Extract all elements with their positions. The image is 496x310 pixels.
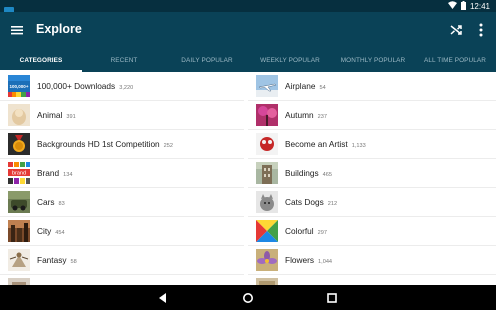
category-item-partial[interactable] bbox=[0, 275, 244, 285]
category-thumb-car bbox=[8, 191, 30, 213]
category-count: 83 bbox=[58, 201, 65, 207]
category-name: Fantasy bbox=[37, 255, 67, 265]
category-name: Cars bbox=[37, 197, 55, 207]
category-thumb-buildings bbox=[256, 162, 278, 184]
category-count: 54 bbox=[319, 85, 326, 91]
more-options-icon[interactable] bbox=[476, 22, 486, 38]
category-item-cats-dogs[interactable]: Cats Dogs 212 bbox=[248, 188, 496, 217]
category-thumb-brand: brand bbox=[8, 162, 30, 184]
home-icon[interactable] bbox=[241, 291, 255, 305]
category-item-autumn[interactable]: Autumn 237 bbox=[248, 101, 496, 130]
category-count: 391 bbox=[66, 114, 76, 120]
category-item-buildings[interactable]: Buildings 465 bbox=[248, 159, 496, 188]
menu-icon[interactable] bbox=[10, 23, 24, 37]
navigation-bar bbox=[0, 285, 496, 310]
category-name: Become an Artist bbox=[285, 139, 348, 149]
category-thumb-colorful bbox=[256, 220, 278, 242]
svg-text:brand: brand bbox=[12, 171, 26, 177]
category-count: 454 bbox=[55, 230, 65, 236]
category-thumb-fantasy bbox=[8, 249, 30, 271]
category-count: 134 bbox=[63, 172, 73, 178]
category-name: Buildings bbox=[285, 168, 319, 178]
category-thumb-downloads: 100,000+ bbox=[8, 75, 30, 97]
page-title: Explore bbox=[36, 22, 82, 36]
category-grid: 100,000+ 100,000+ Downloads 3,220 Animal 3… bbox=[0, 72, 496, 285]
notification-app-icon bbox=[4, 2, 14, 15]
category-count: 1,044 bbox=[318, 259, 333, 265]
category-thumb-animal bbox=[8, 104, 30, 126]
back-icon[interactable] bbox=[156, 291, 170, 305]
category-item-airplane[interactable]: Airplane 54 bbox=[248, 72, 496, 101]
category-count: 297 bbox=[317, 230, 327, 236]
category-thumb-autumn bbox=[256, 104, 278, 126]
category-count: 252 bbox=[163, 143, 174, 149]
category-name: Animal bbox=[37, 110, 63, 120]
category-thumb-airplane bbox=[256, 75, 278, 97]
category-item-colorful[interactable]: Colorful 297 bbox=[248, 217, 496, 246]
category-name: Autumn bbox=[285, 110, 314, 120]
wifi-icon bbox=[447, 1, 457, 11]
category-item-backgrounds-hd[interactable]: Backgrounds HD 1st Competition 252 bbox=[0, 130, 244, 159]
category-item-partial[interactable] bbox=[248, 275, 496, 285]
category-thumb-partial bbox=[256, 278, 278, 285]
status-bar: 12:41 bbox=[0, 0, 496, 15]
category-item-animal[interactable]: Animal 391 bbox=[0, 101, 244, 130]
category-item-flowers[interactable]: Flowers 1,044 bbox=[248, 246, 496, 275]
tab-monthly-popular[interactable]: MONTHLY POPULAR bbox=[332, 48, 414, 72]
battery-icon bbox=[460, 0, 466, 12]
category-name: City bbox=[37, 226, 52, 236]
tab-all-time-popular[interactable]: ALL TIME POPULAR bbox=[414, 48, 496, 72]
tab-bar: CATEGORIES RECENT DAILY POPULAR WEEKLY P… bbox=[0, 48, 496, 72]
category-item-city[interactable]: City 454 bbox=[0, 217, 244, 246]
category-count: 212 bbox=[327, 201, 338, 207]
category-name: Flowers bbox=[285, 255, 315, 265]
app-bar: Explore bbox=[0, 12, 496, 48]
category-thumb-cats-dogs bbox=[256, 191, 278, 213]
category-item-brand[interactable]: brand Brand 134 bbox=[0, 159, 244, 188]
category-item-fantasy[interactable]: Fantasy 58 bbox=[0, 246, 244, 275]
category-name: Colorful bbox=[285, 226, 314, 236]
category-count: 3,220 bbox=[119, 85, 134, 91]
category-item-100000-downloads[interactable]: 100,000+ 100,000+ Downloads 3,220 bbox=[0, 72, 244, 101]
category-thumb-flowers bbox=[256, 249, 278, 271]
status-time: 12:41 bbox=[469, 1, 490, 11]
category-item-cars[interactable]: Cars 83 bbox=[0, 188, 244, 217]
category-count: 237 bbox=[317, 114, 327, 120]
category-thumb-artist bbox=[256, 133, 278, 155]
category-thumb-medal bbox=[8, 133, 30, 155]
category-name: Cats Dogs bbox=[285, 197, 324, 207]
category-column-left: 100,000+ 100,000+ Downloads 3,220 Animal 3… bbox=[0, 72, 248, 285]
category-name: 100,000+ Downloads bbox=[37, 81, 116, 91]
category-count: 58 bbox=[70, 259, 77, 265]
category-name: Airplane bbox=[285, 81, 316, 91]
recents-icon[interactable] bbox=[325, 291, 339, 305]
tab-recent[interactable]: RECENT bbox=[82, 48, 166, 72]
category-column-right: Airplane 54 Autumn 237 Become an Artist … bbox=[248, 72, 496, 285]
category-count: 1,133 bbox=[351, 143, 366, 149]
category-item-become-an-artist[interactable]: Become an Artist 1,133 bbox=[248, 130, 496, 159]
category-count: 465 bbox=[322, 172, 333, 178]
category-thumb-partial bbox=[8, 278, 30, 285]
category-name: Backgrounds HD 1st Competition bbox=[37, 139, 160, 149]
category-thumb-city bbox=[8, 220, 30, 242]
shuffle-icon[interactable] bbox=[449, 23, 463, 37]
svg-text:100,000+: 100,000+ bbox=[10, 84, 29, 89]
tab-weekly-popular[interactable]: WEEKLY POPULAR bbox=[248, 48, 332, 72]
tab-daily-popular[interactable]: DAILY POPULAR bbox=[166, 48, 248, 72]
tab-categories[interactable]: CATEGORIES bbox=[0, 48, 82, 72]
category-name: Brand bbox=[37, 168, 60, 178]
